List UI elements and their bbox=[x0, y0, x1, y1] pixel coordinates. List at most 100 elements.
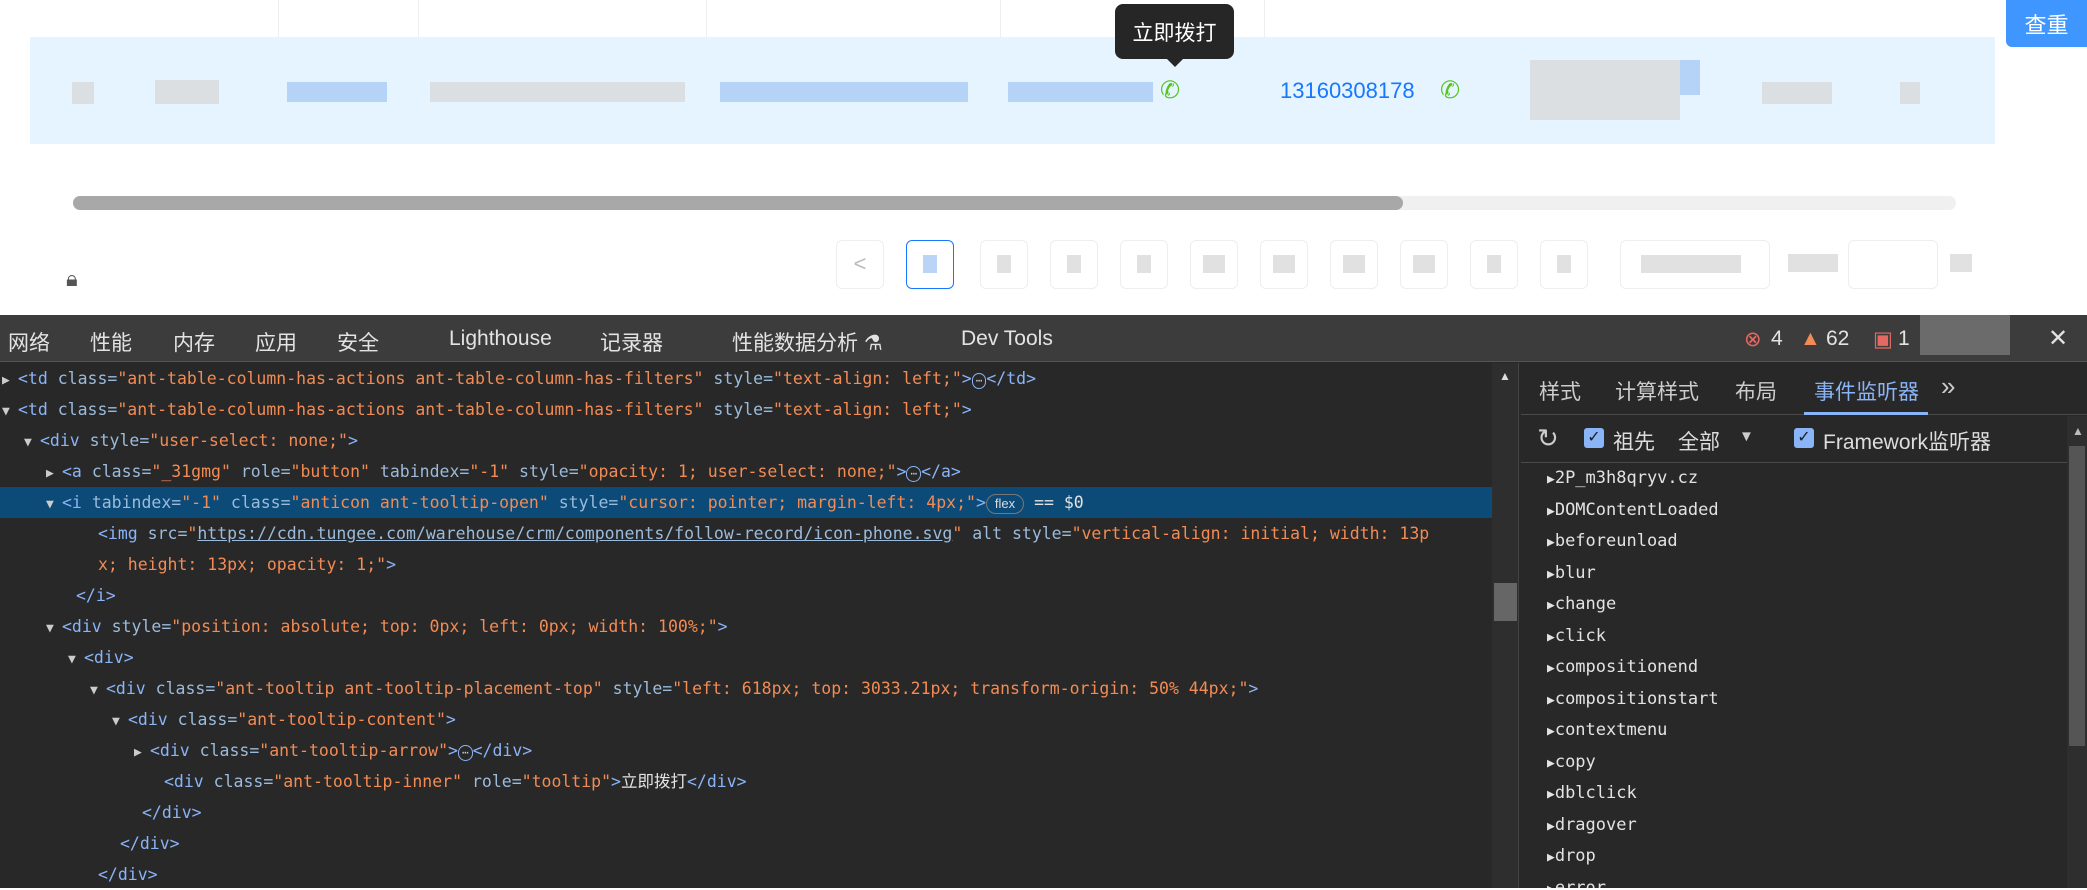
collapse-icon[interactable]: ▼ bbox=[46, 613, 62, 644]
dom-node[interactable]: ▼ <div style="position: absolute; top: 0p… bbox=[0, 611, 1492, 642]
phone-icon[interactable]: ✆ bbox=[1440, 76, 1460, 105]
tab-network[interactable]: 网络 bbox=[8, 327, 50, 357]
dom-node[interactable]: <img src="https://cdn.tungee.com/warehou… bbox=[0, 518, 1492, 549]
filter-select[interactable]: 全部 bbox=[1678, 426, 1720, 456]
tab-application[interactable]: 应用 bbox=[255, 327, 297, 357]
event-listener-item[interactable]: ▶dblclick bbox=[1547, 783, 1637, 803]
pagination-page[interactable] bbox=[1190, 240, 1238, 289]
expand-icon[interactable]: ▶ bbox=[1547, 472, 1555, 487]
expand-icon[interactable]: ▶ bbox=[1547, 630, 1555, 645]
expand-icon[interactable]: ▶ bbox=[1547, 882, 1555, 889]
tab-lighthouse[interactable]: Lighthouse bbox=[449, 327, 552, 351]
expand-icon[interactable]: ▶ bbox=[1547, 535, 1555, 550]
dom-node-selected[interactable]: ▼ <i tabindex="-1" class="anticon ant-too… bbox=[0, 487, 1492, 518]
tab-computed[interactable]: 计算样式 bbox=[1615, 376, 1699, 406]
event-listener-item[interactable]: ▶contextmenu bbox=[1547, 720, 1667, 740]
ancestors-checkbox[interactable]: ✓ bbox=[1584, 428, 1604, 448]
tab-event-listeners[interactable]: 事件监听器 bbox=[1814, 376, 1919, 406]
tab-recorder[interactable]: 记录器 bbox=[600, 327, 663, 357]
expand-icon[interactable]: ▶ bbox=[134, 737, 150, 768]
event-listener-item[interactable]: ▶copy bbox=[1547, 752, 1596, 772]
collapse-icon[interactable]: ▼ bbox=[112, 706, 128, 737]
expand-icon[interactable]: ▶ bbox=[1547, 504, 1555, 519]
scrollbar-thumb[interactable] bbox=[1494, 583, 1517, 621]
page-jump-input[interactable] bbox=[1848, 240, 1938, 289]
scroll-up-icon[interactable]: ▲ bbox=[1499, 369, 1511, 383]
expand-icon[interactable]: ▶ bbox=[1547, 756, 1555, 771]
dom-node[interactable]: ▼ <div class="ant-tooltip-content"> bbox=[0, 704, 1492, 735]
phone-number-link[interactable]: 13160308178 bbox=[1280, 78, 1415, 104]
scroll-up-icon[interactable]: ▲ bbox=[2072, 424, 2084, 438]
dom-node[interactable]: </div> bbox=[0, 797, 1492, 828]
dom-node[interactable]: ▼ <div class="ant-tooltip ant-tooltip-pla… bbox=[0, 673, 1492, 704]
pagination-page-active[interactable] bbox=[906, 240, 954, 289]
error-icon[interactable]: ⊗ bbox=[1744, 327, 1762, 352]
expand-icon[interactable]: ▶ bbox=[1547, 598, 1555, 613]
tab-dev-tools[interactable]: Dev Tools bbox=[961, 327, 1053, 351]
pagination-page[interactable] bbox=[1260, 240, 1308, 289]
expand-icon[interactable]: ▶ bbox=[1547, 693, 1555, 708]
expand-icon[interactable]: ▶ bbox=[1547, 850, 1555, 865]
warning-icon[interactable]: ▲ bbox=[1800, 327, 1821, 351]
expand-icon[interactable]: ▶ bbox=[1547, 661, 1555, 676]
collapse-icon[interactable]: ▼ bbox=[46, 489, 62, 520]
pagination-page[interactable] bbox=[1330, 240, 1378, 289]
elements-dom-tree[interactable]: ▶ <td class="ant-table-column-has-actions… bbox=[0, 363, 1492, 888]
refresh-icon[interactable]: ↻ bbox=[1537, 423, 1559, 454]
expand-icon[interactable]: ▶ bbox=[2, 365, 18, 396]
pagination-page[interactable] bbox=[1120, 240, 1168, 289]
error-count[interactable]: 4 bbox=[1771, 327, 1783, 351]
dom-node[interactable]: ▶ <a class="_31gmg" role="button" tabinde… bbox=[0, 456, 1492, 487]
elements-scrollbar[interactable]: ▲ bbox=[1492, 363, 1519, 888]
pagination-page[interactable] bbox=[1540, 240, 1588, 289]
dropdown-arrow-icon[interactable]: ▼ bbox=[1739, 428, 1754, 445]
pagination-page[interactable] bbox=[1470, 240, 1518, 289]
dom-node[interactable]: <div class="ant-tooltip-inner" role="too… bbox=[0, 766, 1492, 797]
tab-memory[interactable]: 内存 bbox=[173, 327, 215, 357]
event-listener-item[interactable]: ▶2P_m3h8qryv.cz bbox=[1547, 468, 1698, 488]
pagination-page[interactable] bbox=[1400, 240, 1448, 289]
close-icon[interactable]: ✕ bbox=[2048, 324, 2068, 353]
event-listener-item[interactable]: ▶DOMContentLoaded bbox=[1547, 500, 1719, 520]
collapse-icon[interactable]: ▼ bbox=[24, 427, 40, 458]
dom-node[interactable]: </i> bbox=[0, 580, 1492, 611]
phone-icon[interactable]: ✆ bbox=[1160, 76, 1180, 105]
issues-count[interactable]: 1 bbox=[1898, 327, 1910, 351]
more-tabs-icon[interactable]: » bbox=[1941, 371, 1955, 402]
dom-node[interactable]: ▼ <div style="user-select: none;"> bbox=[0, 425, 1492, 456]
event-listener-item[interactable]: ▶error bbox=[1547, 878, 1606, 889]
tab-styles[interactable]: 样式 bbox=[1539, 376, 1581, 406]
event-listener-item[interactable]: ▶blur bbox=[1547, 563, 1596, 583]
tab-layout[interactable]: 布局 bbox=[1735, 376, 1777, 406]
scrollbar-thumb[interactable] bbox=[73, 196, 1403, 210]
dom-node[interactable]: ▼ <td class="ant-table-column-has-actions… bbox=[0, 394, 1492, 425]
expand-icon[interactable]: ▶ bbox=[1547, 819, 1555, 834]
dom-node[interactable]: </div> bbox=[0, 859, 1492, 890]
dom-node[interactable]: </div> bbox=[0, 828, 1492, 859]
collapse-icon[interactable]: ▼ bbox=[90, 675, 106, 706]
expand-icon[interactable]: ▶ bbox=[1547, 724, 1555, 739]
warning-count[interactable]: 62 bbox=[1826, 327, 1849, 351]
tab-security[interactable]: 安全 bbox=[337, 327, 379, 357]
expand-icon[interactable]: ▶ bbox=[46, 458, 62, 489]
event-listener-item[interactable]: ▶beforeunload bbox=[1547, 531, 1678, 551]
flex-badge[interactable]: flex bbox=[985, 494, 1025, 514]
scrollbar-thumb[interactable] bbox=[2069, 446, 2085, 746]
dom-node[interactable]: ▶ <div class="ant-tooltip-arrow"> ⋯ </div> bbox=[0, 735, 1492, 766]
event-listener-item[interactable]: ▶dragover bbox=[1547, 815, 1637, 835]
pagination-prev-button[interactable]: < bbox=[836, 240, 884, 289]
event-list-scrollbar[interactable]: ▲ bbox=[2067, 416, 2087, 888]
tab-performance-insights[interactable]: 性能数据分析 ⚗ bbox=[732, 327, 883, 357]
event-listener-item[interactable]: ▶change bbox=[1547, 594, 1616, 614]
event-listener-item[interactable]: ▶compositionstart bbox=[1547, 689, 1719, 709]
expand-icon[interactable]: ▶ bbox=[1547, 567, 1555, 582]
dom-node[interactable]: ▶ <td class="ant-table-column-has-actions… bbox=[0, 363, 1492, 394]
issues-icon[interactable]: ▣ bbox=[1873, 327, 1893, 352]
event-listener-item[interactable]: ▶drop bbox=[1547, 846, 1596, 866]
expand-icon[interactable]: ▶ bbox=[1547, 787, 1555, 802]
event-listener-item[interactable]: ▶compositionend bbox=[1547, 657, 1698, 677]
framework-listeners-checkbox[interactable]: ✓ bbox=[1794, 428, 1814, 448]
dom-node[interactable]: ▼ <div> bbox=[0, 642, 1492, 673]
dedupe-button[interactable]: 查重 bbox=[2006, 0, 2087, 47]
event-listener-item[interactable]: ▶click bbox=[1547, 626, 1606, 646]
